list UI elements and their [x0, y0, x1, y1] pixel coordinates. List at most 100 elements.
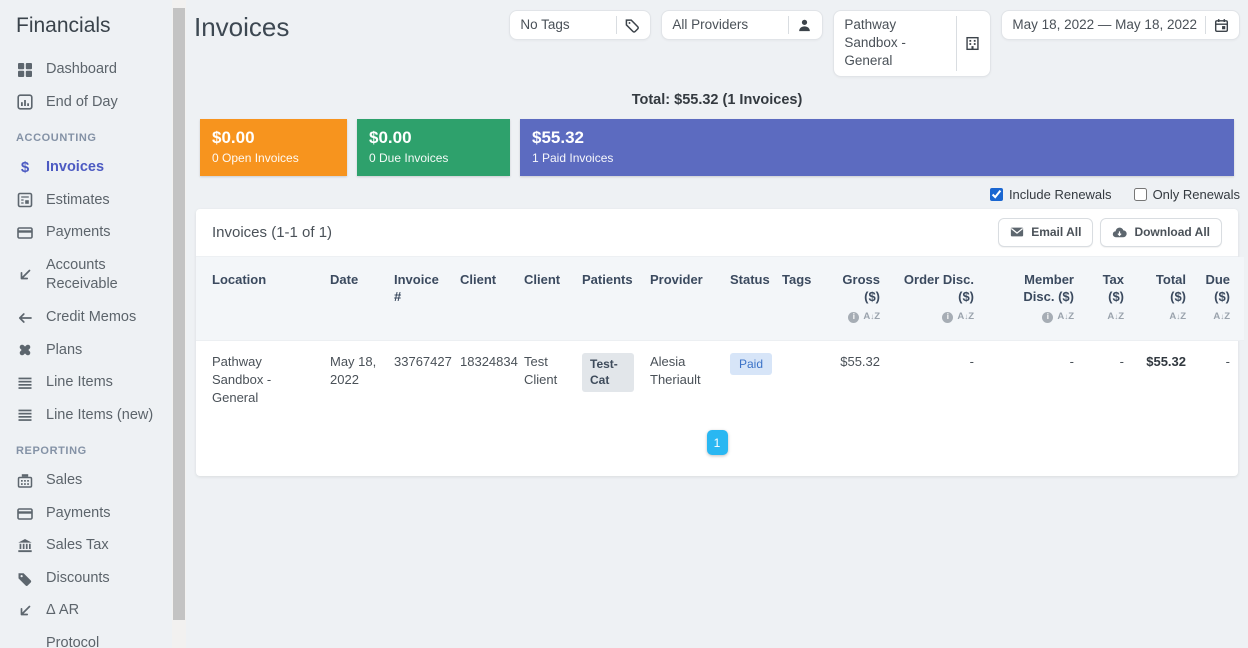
sidebar-item-label: Line Items — [46, 373, 113, 393]
table-header-row: Location Date Invoice # Client Client Pa… — [196, 257, 1244, 340]
main-content: Invoices No Tags All Providers Pathway S… — [186, 0, 1248, 648]
sort-alpha-icon[interactable]: A↓Z — [863, 311, 880, 324]
pagination: 1 — [196, 419, 1238, 476]
include-renewals-checkbox[interactable]: Include Renewals — [990, 187, 1112, 202]
sort-alpha-icon[interactable]: A↓Z — [1213, 311, 1230, 324]
download-all-button[interactable]: Download All — [1100, 218, 1222, 247]
cell-client-name: Test Client — [516, 340, 574, 419]
sidebar-item-sales-tax[interactable]: Sales Tax — [16, 536, 166, 556]
status-badge: Paid — [730, 353, 772, 376]
sidebar-item-delta-ar[interactable]: Δ AR — [16, 601, 166, 621]
sidebar-scrollbar[interactable] — [172, 0, 186, 648]
col-header-due[interactable]: Due ($) A↓Z — [1194, 257, 1244, 340]
info-icon: i — [942, 312, 953, 323]
sidebar: Financials Dashboard End of Day ACCOUNTI… — [0, 0, 172, 648]
due-invoices-card: $0.00 0 Due Invoices — [357, 119, 510, 176]
col-header-location: Location — [196, 257, 322, 340]
sort-alpha-icon[interactable]: A↓Z — [1107, 311, 1124, 324]
pagination-page-1[interactable]: 1 — [707, 430, 728, 455]
sidebar-item-plans[interactable]: Plans — [16, 341, 166, 361]
sidebar-item-credit-memos[interactable]: Credit Memos — [16, 308, 166, 328]
bar-chart-square-icon — [16, 94, 34, 110]
sidebar-item-payments[interactable]: Payments — [16, 223, 166, 243]
only-renewals-checkbox[interactable]: Only Renewals — [1134, 187, 1240, 202]
email-all-label: Email All — [1031, 225, 1081, 239]
col-header-gross[interactable]: Gross ($) iA↓Z — [816, 257, 888, 340]
col-header-member-disc[interactable]: Member Disc. ($) iA↓Z — [982, 257, 1082, 340]
col-header-order-disc[interactable]: Order Disc. ($) iA↓Z — [888, 257, 982, 340]
sidebar-item-label: End of Day — [46, 93, 118, 113]
total-count: (1 Invoices) — [723, 92, 803, 108]
sort-alpha-icon[interactable]: A↓Z — [957, 311, 974, 324]
credit-card-icon — [16, 506, 34, 522]
paid-label: 1 Paid Invoices — [532, 151, 1222, 165]
due-amount: $0.00 — [369, 128, 498, 148]
cell-due: - — [1194, 340, 1244, 419]
cell-invoice-number: 33767427 — [386, 340, 452, 419]
divider — [788, 16, 789, 34]
total-summary: Total: $55.32 (1 Invoices) — [194, 92, 1240, 108]
col-header-patients: Patients — [574, 257, 642, 340]
sidebar-item-payments-report[interactable]: Payments — [16, 504, 166, 524]
sidebar-title: Financials — [16, 14, 166, 38]
providers-filter-value: All Providers — [672, 16, 780, 34]
open-invoices-card: $0.00 0 Open Invoices — [200, 119, 347, 176]
sidebar-item-line-items[interactable]: Line Items — [16, 373, 166, 393]
sidebar-scrollbar-thumb[interactable] — [173, 8, 185, 620]
date-range-filter[interactable]: May 18, 2022 — May 18, 2022 — [1001, 10, 1240, 40]
page-title: Invoices — [194, 12, 289, 43]
sidebar-item-label: Estimates — [46, 191, 110, 211]
cell-tags — [774, 340, 816, 419]
arrow-left-icon — [16, 310, 34, 326]
location-filter-value: Pathway Sandbox - General — [844, 16, 948, 71]
tags-filter[interactable]: No Tags — [509, 10, 651, 40]
credit-card-icon — [16, 225, 34, 241]
cash-register-icon — [16, 473, 34, 489]
cell-order-disc: - — [888, 340, 982, 419]
paid-invoices-card: $55.32 1 Paid Invoices — [520, 119, 1234, 176]
divider — [956, 16, 957, 71]
dollar-icon: $ — [16, 159, 34, 176]
email-all-button[interactable]: Email All — [998, 218, 1093, 247]
sidebar-item-sales[interactable]: Sales — [16, 471, 166, 491]
cell-tax: - — [1082, 340, 1132, 419]
sidebar-item-accounts-receivable[interactable]: Accounts Receivable — [16, 256, 166, 295]
sidebar-item-protocol-reminders[interactable]: Protocol Reminders — [16, 634, 166, 648]
providers-filter[interactable]: All Providers — [661, 10, 823, 40]
paid-amount: $55.32 — [532, 128, 1222, 148]
patient-badge: Test-Cat — [582, 353, 634, 393]
col-header-total[interactable]: Total ($) A↓Z — [1132, 257, 1194, 340]
bandage-icon — [16, 342, 34, 358]
cell-status: Paid — [722, 340, 774, 419]
only-renewals-input[interactable] — [1134, 188, 1147, 201]
total-label: Total: — [632, 92, 670, 108]
col-header-tax[interactable]: Tax ($) A↓Z — [1082, 257, 1132, 340]
download-all-label: Download All — [1134, 225, 1210, 239]
sidebar-item-discounts[interactable]: Discounts — [16, 569, 166, 589]
total-amount: $55.32 — [674, 92, 718, 108]
sidebar-item-label: Line Items (new) — [46, 406, 153, 426]
sidebar-item-line-items-new[interactable]: Line Items (new) — [16, 406, 166, 426]
table-title: Invoices (1-1 of 1) — [212, 224, 332, 241]
sidebar-item-invoices[interactable]: $ Invoices — [16, 158, 166, 178]
arrow-down-left-icon — [16, 267, 34, 283]
cell-client-id: 18324834 — [452, 340, 516, 419]
invoice-row[interactable]: Pathway Sandbox - General May 18, 2022 3… — [196, 340, 1244, 419]
include-renewals-input[interactable] — [990, 188, 1003, 201]
sort-alpha-icon[interactable]: A↓Z — [1169, 311, 1186, 324]
sidebar-item-label: Sales — [46, 471, 82, 491]
sidebar-item-estimates[interactable]: Estimates — [16, 191, 166, 211]
location-filter[interactable]: Pathway Sandbox - General — [833, 10, 991, 77]
only-renewals-label: Only Renewals — [1153, 187, 1240, 202]
sidebar-item-end-of-day[interactable]: End of Day — [16, 93, 166, 113]
sidebar-item-label: Credit Memos — [46, 308, 136, 328]
bank-icon — [16, 538, 34, 554]
cell-patients: Test-Cat — [574, 340, 642, 419]
info-icon: i — [848, 312, 859, 323]
hospital-building-icon — [965, 36, 980, 51]
cell-total: $55.32 — [1132, 340, 1194, 419]
sort-alpha-icon[interactable]: A↓Z — [1057, 311, 1074, 324]
col-header-tags: Tags — [774, 257, 816, 340]
sidebar-item-dashboard[interactable]: Dashboard — [16, 60, 166, 80]
col-header-status: Status — [722, 257, 774, 340]
